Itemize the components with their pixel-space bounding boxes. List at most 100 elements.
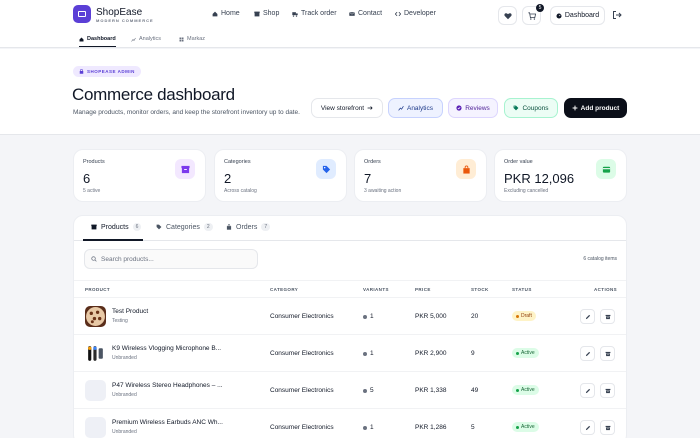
add-product-button-label: Add product <box>580 104 620 112</box>
edit-icon <box>585 351 590 356</box>
table-row[interactable]: P47 Wireless Stereo Headphones – ... Unb… <box>74 371 626 408</box>
catalog-panel: Products 6 Categories 2 Orders 7 Search … <box>73 215 627 438</box>
dashboard-button[interactable]: Dashboard <box>550 6 605 25</box>
edit-icon <box>585 388 590 393</box>
coupons-button[interactable]: Coupons <box>504 98 558 118</box>
nav-developer[interactable]: Developer <box>395 10 436 17</box>
edit-icon <box>585 314 590 319</box>
edit-button[interactable] <box>580 420 595 435</box>
check-circle-icon <box>456 105 462 111</box>
col-category: CATEGORY <box>270 287 299 292</box>
stat-value: 6 <box>83 171 91 186</box>
analytics-button[interactable]: Analytics <box>388 98 443 118</box>
stat-value: PKR 12,096 <box>504 171 575 186</box>
col-status: STATUS <box>512 287 532 292</box>
subnav-dashboard[interactable]: Dashboard <box>79 36 116 47</box>
table-row[interactable]: K9 Wireless Vlogging Microphone B... Unb… <box>74 334 626 371</box>
search-input-placeholder[interactable]: Search products... <box>101 256 154 263</box>
product-price: PKR 5,000 <box>415 313 447 320</box>
wishlist-button[interactable] <box>498 6 517 25</box>
product-variants: 1 <box>363 313 374 320</box>
archive-icon <box>605 425 610 430</box>
product-name[interactable]: P47 Wireless Stereo Headphones – ... <box>112 382 224 389</box>
logout-icon[interactable] <box>612 10 622 20</box>
product-category: Consumer Electronics <box>270 424 334 431</box>
brand-tagline: MODERN COMMERCE <box>96 18 154 23</box>
mail-icon <box>349 11 355 16</box>
edit-button[interactable] <box>580 383 595 398</box>
subnav-analytics[interactable]: Analytics <box>131 36 161 42</box>
view-storefront-button[interactable]: View storefront <box>311 98 383 118</box>
analytics-button-label: Analytics <box>406 104 433 112</box>
stat-value: 7 <box>364 171 372 186</box>
archive-button[interactable] <box>600 383 615 398</box>
tab-count: 7 <box>261 223 271 231</box>
archive-icon <box>605 314 610 319</box>
nav-home-label: Home <box>221 10 240 17</box>
variants-count: 1 <box>370 313 374 320</box>
table-row[interactable]: Premium Wireless Earbuds ANC Wh... Unbra… <box>74 408 626 438</box>
shopease-logo-icon[interactable] <box>73 5 91 23</box>
col-stock: STOCK <box>471 287 489 292</box>
subnav-markaz[interactable]: Markaz <box>179 36 205 42</box>
tab-products-label: Products <box>101 223 129 231</box>
variants-icon <box>363 314 367 319</box>
tab-count: 2 <box>203 223 213 231</box>
archive-button[interactable] <box>600 346 615 361</box>
nav-shop[interactable]: Shop <box>254 10 279 17</box>
add-product-button[interactable]: Add product <box>564 98 627 118</box>
product-brand: Testing <box>112 318 128 324</box>
variants-icon <box>363 351 367 356</box>
status-label: Active <box>521 387 535 393</box>
product-name[interactable]: K9 Wireless Vlogging Microphone B... <box>112 345 224 352</box>
product-stock: 20 <box>471 313 479 320</box>
product-variants: 5 <box>363 387 374 394</box>
product-search[interactable]: Search products... <box>84 249 258 269</box>
tag-icon <box>316 159 336 179</box>
nav-home[interactable]: Home <box>212 10 240 17</box>
brand-name[interactable]: ShopEase <box>96 7 142 18</box>
product-thumbnail <box>85 306 106 327</box>
nav-track-order[interactable]: Track order <box>292 10 337 17</box>
edit-button[interactable] <box>580 309 595 324</box>
stat-label: Orders <box>364 159 381 165</box>
variants-count: 1 <box>370 424 374 431</box>
nav-contact-label: Contact <box>358 10 383 17</box>
col-product: PRODUCT <box>85 287 111 292</box>
reviews-button[interactable]: Reviews <box>448 98 498 118</box>
archive-button[interactable] <box>600 420 615 435</box>
bag-icon <box>226 224 232 230</box>
table-row[interactable]: Test Product Testing Consumer Electronic… <box>74 297 626 334</box>
arrow-right-icon <box>367 106 373 110</box>
stat-subtext: Across catalog <box>224 188 257 194</box>
variants-count: 5 <box>370 387 374 394</box>
product-stock: 9 <box>471 350 475 357</box>
variants-icon <box>363 425 367 430</box>
edit-button[interactable] <box>580 346 595 361</box>
tab-orders[interactable]: Orders 7 <box>226 223 271 231</box>
subnav-dashboard-label: Dashboard <box>87 36 116 42</box>
nav-contact[interactable]: Contact <box>349 10 382 17</box>
stat-card-orders: Orders 7 3 awaiting action <box>354 149 487 202</box>
stat-label: Categories <box>224 159 251 165</box>
stat-value: 2 <box>224 171 232 186</box>
reviews-button-label: Reviews <box>465 104 490 112</box>
status-badge: Draft <box>512 311 536 321</box>
top-navbar: ShopEase MODERN COMMERCE Home Shop Track… <box>0 0 700 32</box>
bag-icon <box>456 159 476 179</box>
tab-products[interactable]: Products 6 <box>91 223 142 231</box>
tab-categories[interactable]: Categories 2 <box>156 223 213 231</box>
cart-button[interactable]: 5 <box>522 4 544 25</box>
admin-badge: SHOPEASE ADMIN <box>73 66 141 77</box>
product-name[interactable]: Test Product <box>112 308 224 315</box>
nav-developer-label: Developer <box>404 10 436 17</box>
stat-subtext: 3 awaiting action <box>364 188 402 194</box>
archive-button[interactable] <box>600 309 615 324</box>
hero-section: SHOPEASE ADMIN Commerce dashboard Manage… <box>0 49 700 135</box>
status-badge: Active <box>512 348 539 358</box>
page-subtitle: Manage products, monitor orders, and kee… <box>73 109 300 116</box>
product-name[interactable]: Premium Wireless Earbuds ANC Wh... <box>112 419 224 426</box>
tag-icon <box>514 105 519 111</box>
catalog-count: 6 catalog items <box>583 256 617 262</box>
product-category: Consumer Electronics <box>270 350 334 357</box>
